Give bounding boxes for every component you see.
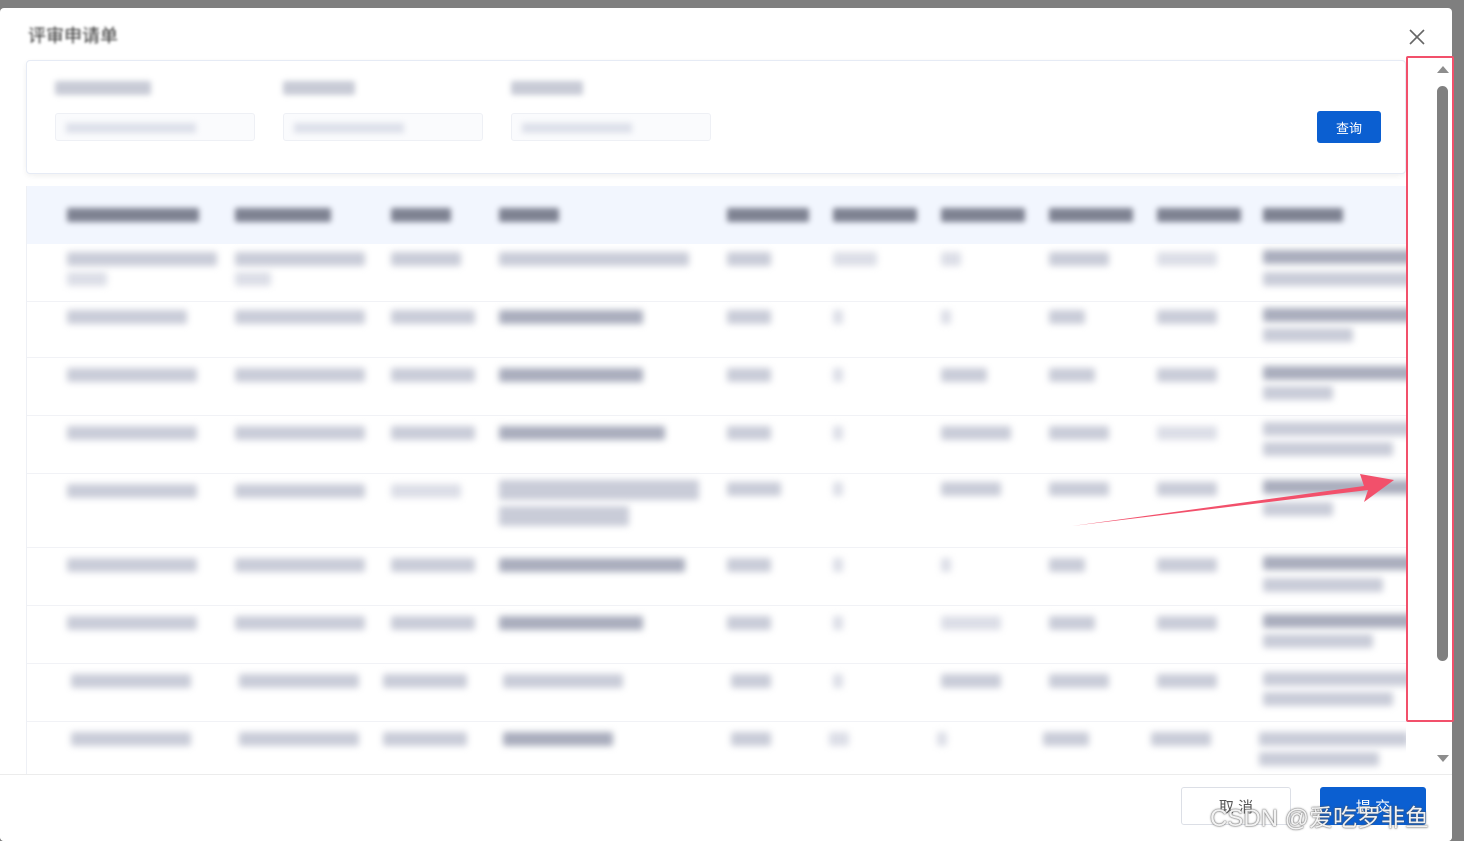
table-row[interactable] (27, 416, 1406, 474)
column-header (1049, 208, 1133, 222)
watermark: CSDN @爱吃罗非鱼 (1210, 805, 1430, 832)
filter-label (511, 81, 583, 95)
table-row[interactable] (27, 244, 1406, 302)
scroll-up-arrow-icon[interactable] (1437, 66, 1449, 73)
query-button[interactable]: 查询 (1317, 111, 1381, 143)
column-header (391, 208, 451, 222)
table-row[interactable] (27, 722, 1406, 782)
table-row[interactable] (27, 606, 1406, 664)
filter-input[interactable] (283, 113, 483, 141)
table-row[interactable] (27, 664, 1406, 722)
column-header (235, 208, 331, 222)
column-header (727, 208, 809, 222)
data-table (26, 186, 1406, 782)
table-row[interactable] (27, 474, 1406, 548)
close-icon[interactable] (1406, 26, 1428, 48)
filter-field (55, 81, 265, 141)
filter-field (283, 81, 493, 141)
table-row[interactable] (27, 302, 1406, 358)
scroll-down-arrow-icon[interactable] (1437, 755, 1449, 762)
column-header (1263, 208, 1343, 222)
filter-input[interactable] (511, 113, 711, 141)
scrollbar-thumb[interactable] (1437, 86, 1448, 661)
filter-label (283, 81, 355, 95)
filter-label (55, 81, 151, 95)
dialog-title: 评审申请单 (28, 26, 118, 46)
table-header (27, 186, 1406, 244)
filter-field (511, 81, 721, 141)
column-header (499, 208, 559, 222)
table-row[interactable] (27, 548, 1406, 606)
vertical-scrollbar[interactable] (1432, 62, 1454, 774)
column-header (1157, 208, 1241, 222)
column-header (833, 208, 917, 222)
application-dialog: 评审申请单 查询 取 消 提 交 (0, 8, 1452, 841)
column-header (67, 208, 199, 222)
column-header (941, 208, 1025, 222)
filter-input[interactable] (55, 113, 255, 141)
table-row[interactable] (27, 358, 1406, 416)
filter-panel: 查询 (26, 60, 1406, 174)
